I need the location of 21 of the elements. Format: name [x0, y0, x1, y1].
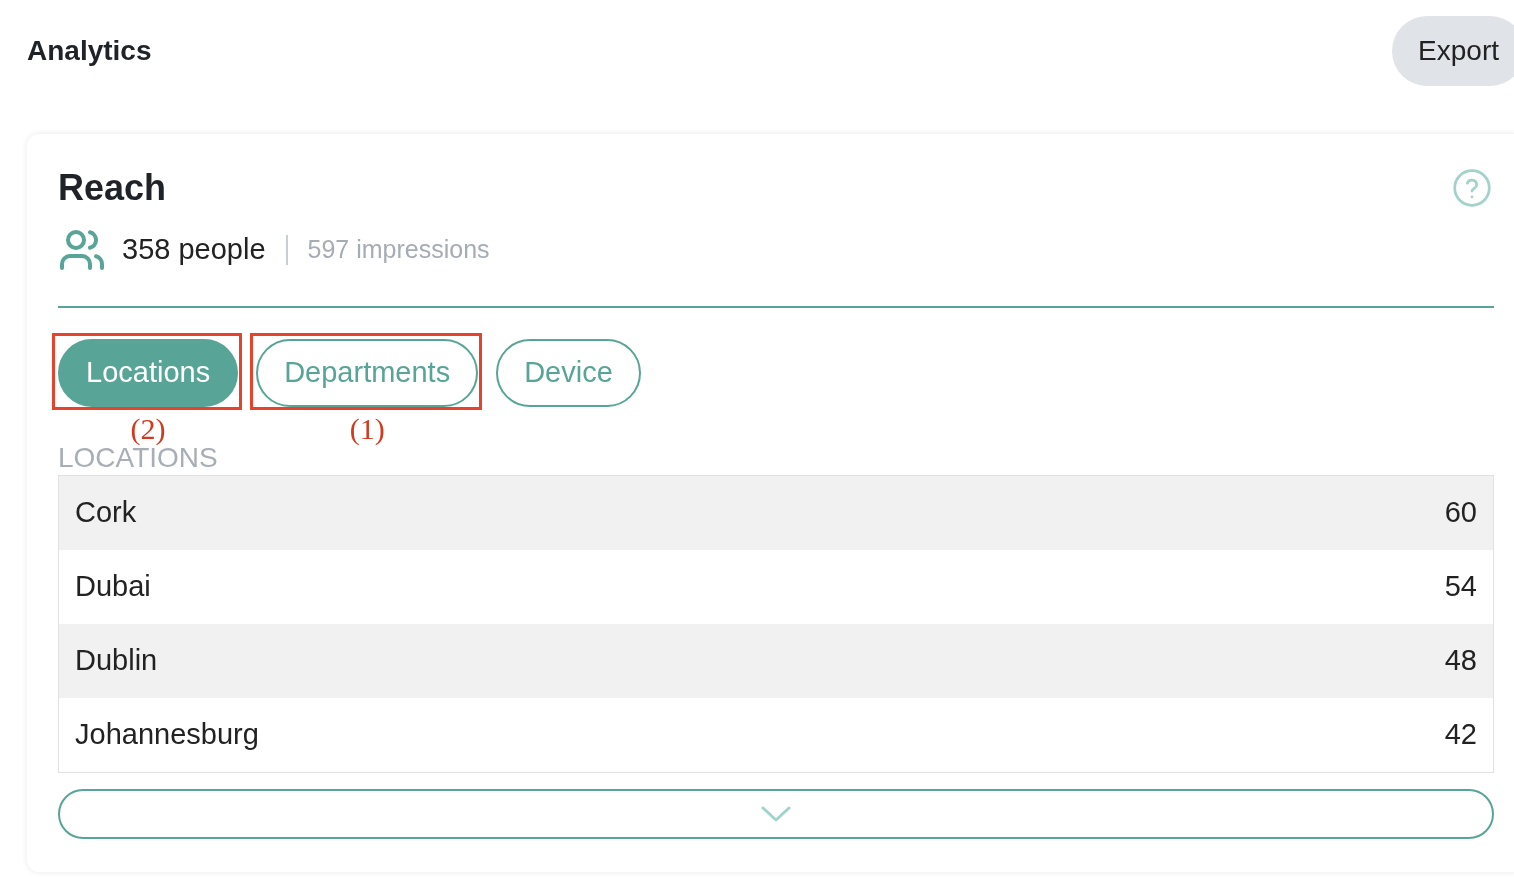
location-count: 42 [1444, 717, 1477, 753]
location-name: Dubai [75, 569, 151, 605]
help-icon[interactable] [1453, 169, 1491, 207]
people-icon [58, 230, 106, 270]
location-count: 48 [1444, 643, 1477, 679]
location-name: Dublin [75, 643, 158, 679]
location-name: Johannesburg [75, 717, 259, 753]
people-count: 358 people [122, 232, 266, 268]
card-title: Reach [58, 166, 167, 210]
annotation-label: (1) [349, 413, 385, 445]
tab[interactable]: Device [496, 339, 641, 407]
chevron-down-icon [761, 806, 791, 822]
page-title: Analytics [27, 34, 152, 68]
expand-button[interactable] [58, 789, 1494, 839]
location-name: Cork [75, 495, 137, 531]
location-count: 60 [1444, 495, 1477, 531]
export-button[interactable]: Export [1392, 16, 1514, 86]
location-count: 54 [1444, 569, 1477, 605]
tab[interactable]: Departments [256, 339, 479, 407]
tab[interactable]: Locations [58, 339, 239, 407]
impressions-count: 597 impressions [307, 234, 490, 266]
